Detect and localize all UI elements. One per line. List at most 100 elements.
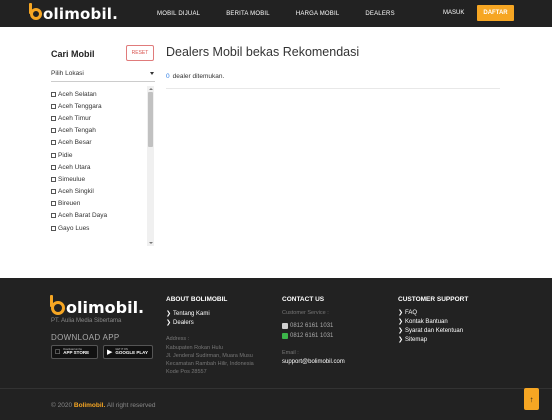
- whatsapp-number[interactable]: 0812 6161 1031: [282, 333, 333, 339]
- location-label: Aceh Selatan: [58, 90, 97, 98]
- checkbox[interactable]: [51, 103, 56, 109]
- login-link[interactable]: MASUK: [443, 10, 464, 16]
- location-select-label: Pilih Lokasi: [51, 70, 84, 77]
- location-label: Aceh Utara: [58, 163, 91, 171]
- play-store-icon: ▶: [107, 349, 113, 356]
- dealer-count-text: dealer ditemukan.: [172, 73, 225, 80]
- arrow-up-icon: ↑: [529, 394, 534, 404]
- scrollbar-thumb[interactable]: [148, 92, 153, 147]
- footer-logo-text: olimobil.: [66, 298, 145, 317]
- checkbox[interactable]: [51, 128, 56, 134]
- location-label: Aceh Barat Daya: [58, 212, 108, 220]
- footer-link-sitemap[interactable]: ❯ Sitemap: [398, 336, 427, 344]
- apple-icon: : [55, 349, 60, 356]
- about-heading: ABOUT BOLIMOBIL: [166, 296, 228, 303]
- logo-b-icon: [29, 3, 42, 20]
- email-link[interactable]: support@bolimobil.com: [282, 359, 345, 365]
- location-item[interactable]: Aceh Barat Daya: [51, 210, 155, 222]
- location-label: Simeulue: [58, 175, 86, 183]
- whatsapp-icon: [282, 333, 288, 339]
- copyright-brand: Bolimobil.: [73, 402, 106, 409]
- contact-heading: CONTACT US: [282, 296, 325, 303]
- location-item[interactable]: Pidie: [51, 149, 155, 161]
- footer-logo[interactable]: olimobil.: [50, 294, 145, 317]
- top-navbar: olimobil. MOBIL DIJUAL BERITA MOBIL HARG…: [0, 0, 552, 27]
- register-button[interactable]: DAFTAR: [477, 5, 514, 21]
- location-item[interactable]: Aceh Besar: [51, 137, 155, 149]
- site-logo[interactable]: olimobil.: [29, 3, 119, 24]
- address-label: Address :: [166, 336, 190, 342]
- location-label: Gayo Lues: [58, 224, 90, 232]
- checkbox[interactable]: [51, 176, 56, 182]
- location-select[interactable]: Pilih Lokasi: [51, 70, 155, 82]
- footer-link-kontak-bantuan[interactable]: ❯ Kontak Bantuan: [398, 318, 448, 326]
- nav-berita-mobil[interactable]: BERITA MOBIL: [226, 11, 270, 17]
- address-line: Kode Pos 28557: [166, 369, 207, 375]
- checkbox[interactable]: [51, 164, 56, 170]
- company-name: PT. Aulia Media Sibertama: [51, 318, 122, 324]
- footer-link-syarat[interactable]: ❯ Syarat dan Ketentuan: [398, 327, 463, 335]
- nav-dealers[interactable]: DEALERS: [365, 11, 394, 17]
- sidebar-title: Cari Mobil: [51, 49, 95, 59]
- checkbox[interactable]: [51, 189, 56, 195]
- location-label: Aceh Tenggara: [58, 102, 102, 110]
- location-label: Aceh Timur: [58, 114, 91, 122]
- location-item[interactable]: Aceh Singkil: [51, 186, 155, 198]
- page-title: Dealers Mobil bekas Rekomendasi: [166, 45, 360, 59]
- footer-link-dealers[interactable]: ❯ Dealers: [166, 319, 194, 327]
- chevron-right-icon: ❯: [398, 319, 404, 325]
- checkbox[interactable]: [51, 152, 56, 158]
- location-label: Aceh Singkil: [58, 188, 94, 196]
- location-item[interactable]: Aceh Selatan: [51, 88, 155, 100]
- scroll-up-icon[interactable]: [148, 88, 153, 90]
- reset-button[interactable]: RESET: [126, 45, 154, 61]
- copyright: © 2020 Bolimobil. All right reserved: [51, 402, 156, 409]
- checkbox[interactable]: [51, 201, 56, 207]
- location-item[interactable]: Aceh Timur: [51, 112, 155, 124]
- location-list-scrollbar[interactable]: [147, 86, 154, 246]
- phone-number[interactable]: 0812 6161 1031: [282, 323, 333, 329]
- app-store-badge[interactable]:  Download on the APP STORE: [51, 345, 98, 359]
- customer-service-label: Customer Service :: [282, 310, 329, 316]
- chevron-right-icon: ❯: [166, 320, 172, 326]
- checkbox[interactable]: [51, 140, 56, 146]
- checkbox[interactable]: [51, 91, 56, 97]
- dealer-count: 0: [166, 73, 170, 80]
- location-item[interactable]: Aceh Tenggara: [51, 100, 155, 112]
- result-summary: 0 dealer ditemukan.: [166, 73, 224, 80]
- location-label: Bireuen: [58, 200, 81, 208]
- footer-link-faq[interactable]: ❯ FAQ: [398, 309, 417, 317]
- google-play-badge[interactable]: ▶ GET IT ON GOOGLE PLAY: [103, 345, 153, 359]
- location-list: Aceh Selatan Aceh Tenggara Aceh Timur Ac…: [51, 88, 155, 246]
- location-item[interactable]: Gayo Lues: [51, 222, 155, 234]
- content-divider: [166, 88, 500, 89]
- email-label: Email :: [282, 350, 299, 356]
- location-item[interactable]: Aceh Tengah: [51, 125, 155, 137]
- location-item[interactable]: Aceh Utara: [51, 161, 155, 173]
- location-label: Aceh Besar: [58, 139, 92, 147]
- back-to-top-button[interactable]: ↑: [524, 388, 539, 410]
- chevron-right-icon: ❯: [398, 310, 404, 316]
- app-store-big: APP STORE: [58, 350, 89, 355]
- checkbox[interactable]: [51, 225, 56, 231]
- caret-down-icon: [150, 72, 154, 75]
- logo-text: olimobil.: [43, 5, 119, 23]
- main-nav: MOBIL DIJUAL BERITA MOBIL HARGA MOBIL DE…: [157, 0, 421, 27]
- location-item[interactable]: Bireuen: [51, 198, 155, 210]
- nav-mobil-dijual[interactable]: MOBIL DIJUAL: [157, 11, 200, 17]
- footer-divider: [0, 388, 552, 389]
- chevron-right-icon: ❯: [398, 337, 404, 343]
- checkbox[interactable]: [51, 213, 56, 219]
- nav-harga-mobil[interactable]: HARGA MOBIL: [296, 11, 340, 17]
- location-label: Aceh Tengah: [58, 127, 96, 135]
- logo-b-icon: [50, 294, 65, 315]
- location-item[interactable]: Simeulue: [51, 173, 155, 185]
- chevron-right-icon: ❯: [398, 328, 404, 334]
- google-play-big: GOOGLE PLAY: [115, 350, 148, 355]
- location-label: Pidie: [58, 151, 73, 159]
- footer-link-tentang-kami[interactable]: ❯ Tentang Kami: [166, 310, 210, 318]
- scroll-down-icon[interactable]: [148, 242, 153, 244]
- download-app-heading: DOWNLOAD APP: [51, 333, 120, 342]
- checkbox[interactable]: [51, 115, 56, 121]
- support-heading: CUSTOMER SUPPORT: [398, 296, 469, 303]
